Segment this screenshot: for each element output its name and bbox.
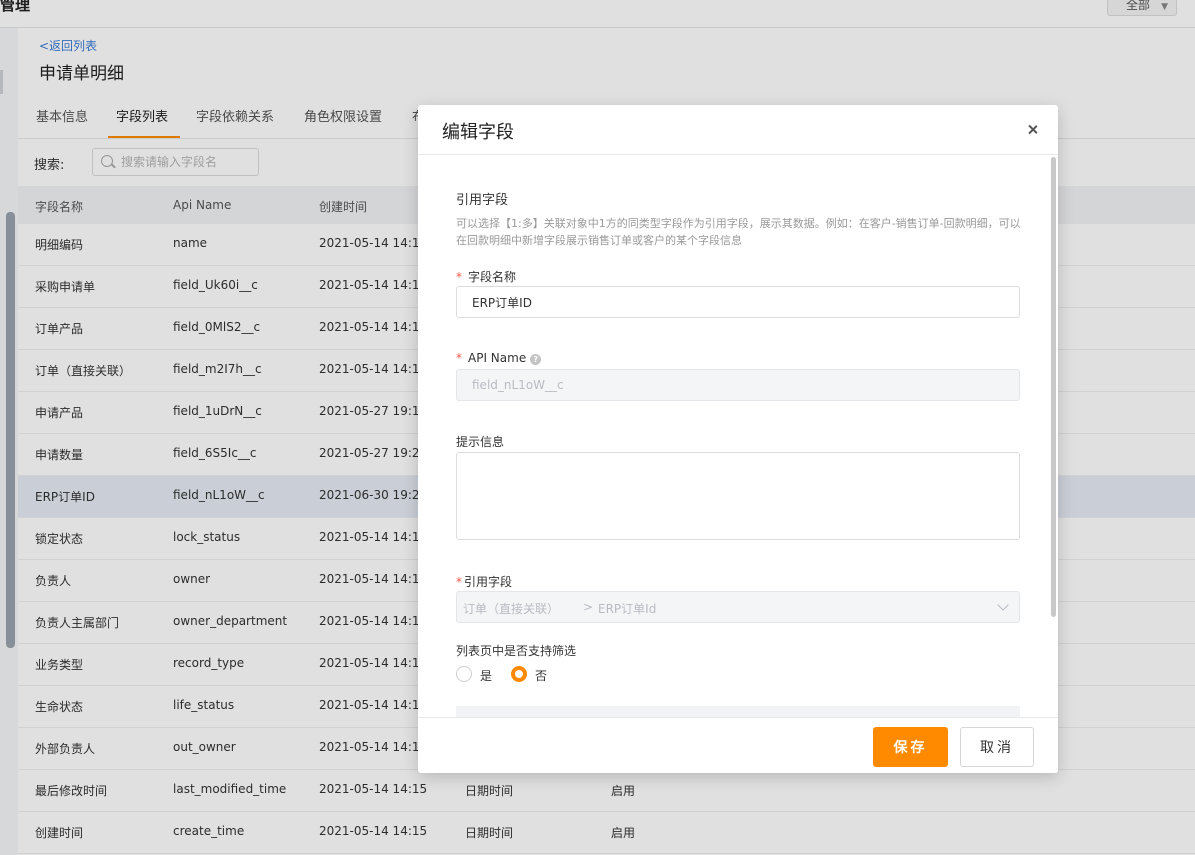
ref-field-label: * 引用字段: [456, 573, 512, 590]
hint-textarea[interactable]: [456, 452, 1020, 540]
api-name-label: * API Name?: [456, 351, 542, 365]
field-name-label-text: 字段名称: [468, 270, 517, 284]
dialog-header: 编辑字段: [418, 105, 1058, 155]
chevron-down-icon: [997, 599, 1009, 611]
radio-yes[interactable]: [456, 666, 472, 682]
api-name-label-text: API Name: [468, 351, 527, 365]
dialog-title: 编辑字段: [442, 122, 514, 143]
ref-field-select: 订单（直接关联） > ERP订单Id: [456, 591, 1020, 623]
close-icon[interactable]: [1026, 123, 1040, 137]
field-name-input[interactable]: [456, 286, 1020, 318]
ref-field-segment: ERP订单Id: [598, 602, 657, 616]
required-marker: *: [456, 270, 462, 284]
required-marker: *: [456, 351, 462, 365]
required-marker: *: [456, 575, 462, 589]
filter-radio-group: 是 否: [456, 666, 656, 684]
section-title: 引用字段: [456, 193, 509, 208]
dialog-scrollbar[interactable]: [1051, 157, 1056, 617]
radio-no[interactable]: [511, 666, 527, 682]
save-button[interactable]: 保存: [873, 727, 948, 767]
cancel-button[interactable]: 取消: [960, 727, 1034, 767]
field-name-label: * 字段名称: [456, 268, 516, 285]
dialog-footer: 保存 取消: [418, 717, 1058, 773]
collapsed-section: [456, 706, 1020, 717]
edit-field-dialog: 编辑字段 引用字段 可以选择【1:多】关联对象中1方的同类型字段作为引用字段，展…: [418, 105, 1058, 773]
hint-label: 提示信息: [456, 435, 505, 449]
section-description: 可以选择【1:多】关联对象中1方的同类型字段作为引用字段，展示其数据。例如：在客…: [456, 217, 1021, 247]
api-name-input: [456, 369, 1020, 401]
radio-no-label[interactable]: 否: [535, 667, 547, 684]
help-icon[interactable]: ?: [530, 354, 542, 365]
dialog-body: 引用字段 可以选择【1:多】关联对象中1方的同类型字段作为引用字段，展示其数据。…: [418, 155, 1058, 717]
ref-object-segment: 订单（直接关联）: [463, 602, 560, 616]
ref-field-label-text: 引用字段: [464, 575, 513, 589]
filter-support-label: 列表页中是否支持筛选: [456, 644, 577, 658]
radio-yes-label[interactable]: 是: [480, 667, 492, 684]
breadcrumb-separator: >: [583, 600, 594, 614]
